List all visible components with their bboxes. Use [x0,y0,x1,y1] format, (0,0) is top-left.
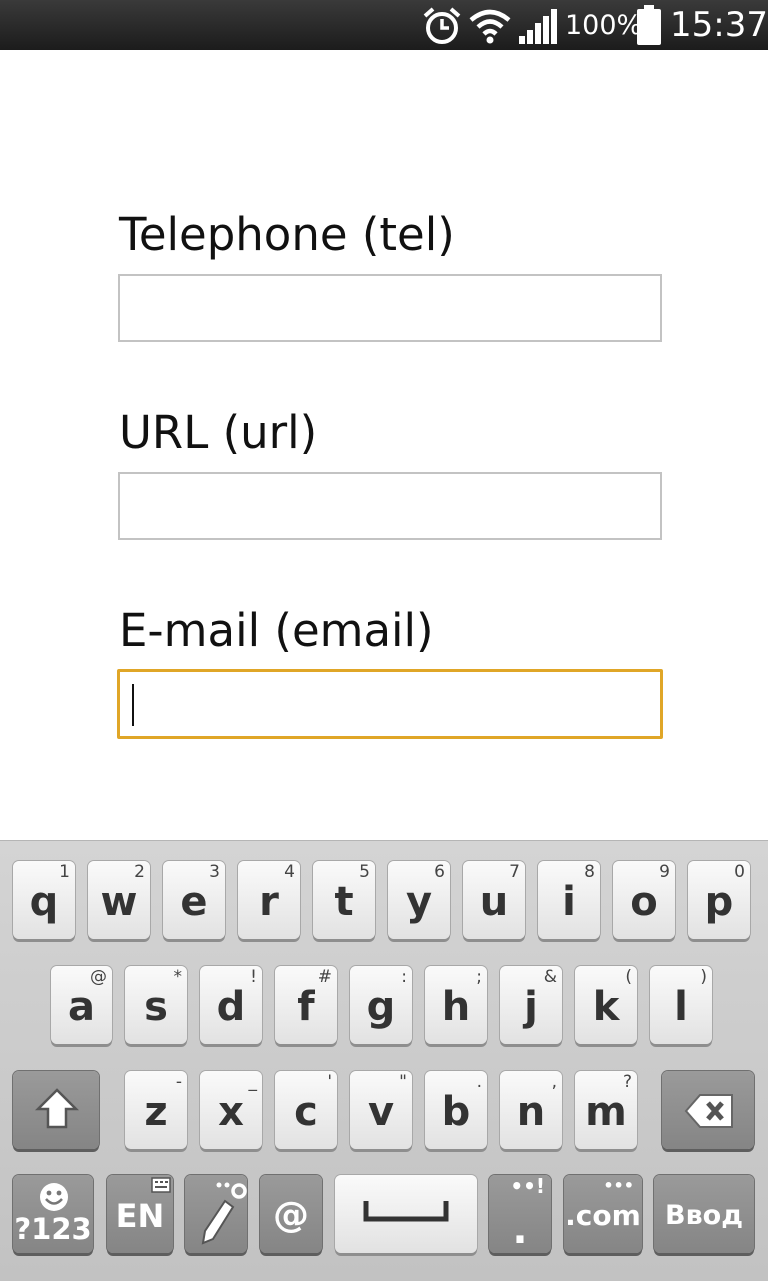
email-input[interactable] [117,669,663,739]
key-b[interactable]: b. [425,1071,487,1149]
battery-icon [637,5,661,45]
space-key[interactable] [335,1175,477,1253]
signal-icon [519,9,557,44]
dotcom-key[interactable]: .com ••• [564,1175,642,1253]
soft-keyboard: q1 w2 e3 r4 t5 y6 u7 i8 o9 p0 a @ s * d! f… [0,840,768,1281]
key-a[interactable]: a @ [51,966,112,1044]
key-m[interactable]: m? [575,1071,637,1149]
key-c[interactable]: c ' [275,1071,337,1149]
key-f[interactable]: f # [275,966,337,1044]
period-key[interactable]: . ••! [489,1174,551,1253]
key-h[interactable]: h; [425,966,487,1044]
at-key[interactable]: @ [260,1175,322,1253]
text-caret [132,684,134,726]
key-e[interactable]: e3 [163,861,225,939]
shift-arrow-icon [35,1088,79,1129]
period-key-extras: ••! [510,1174,545,1198]
backspace-icon [684,1094,733,1128]
email-label: E-mail (email) [119,604,434,657]
key-q[interactable]: q1 [13,861,75,939]
smiley-icon [40,1183,68,1211]
alarm-icon [423,7,461,44]
key-r[interactable]: r4 [238,861,300,939]
key-y[interactable]: y6 [388,861,450,939]
handwriting-key[interactable] [185,1175,247,1253]
key-s[interactable]: s * [125,966,187,1044]
key-v[interactable]: v " [350,1071,412,1149]
keyboard-settings-icon [151,1177,171,1193]
key-g[interactable]: g: [350,966,412,1044]
key-d[interactable]: d! [200,966,262,1044]
key-z[interactable]: z- [125,1071,187,1149]
status-bar: 100% 15:37 [0,0,768,50]
backspace-key[interactable] [662,1071,754,1149]
key-j[interactable]: j & [500,966,562,1044]
space-bar-icon [363,1201,449,1222]
telephone-input[interactable] [118,274,662,342]
key-n[interactable]: n, [500,1071,562,1149]
shift-key[interactable] [13,1071,99,1149]
url-input[interactable] [118,472,662,540]
telephone-label: Telephone (tel) [119,208,455,261]
battery-percent: 100% [565,9,643,41]
key-i[interactable]: i8 [538,861,600,939]
key-o[interactable]: o9 [613,861,675,939]
key-p[interactable]: p0 [688,861,750,939]
key-l[interactable]: l) [650,966,712,1044]
symbols-key[interactable]: ?123 [13,1175,93,1253]
key-t[interactable]: t5 [313,861,375,939]
key-u[interactable]: u7 [463,861,525,939]
enter-key[interactable]: Ввод [654,1175,754,1253]
url-label: URL (url) [119,406,318,459]
key-w[interactable]: w2 [88,861,150,939]
pencil-icon [201,1182,247,1245]
key-x[interactable]: x _ [200,1071,262,1149]
key-k[interactable]: k( [575,966,637,1044]
dotcom-key-extras: ••• [603,1176,634,1195]
wifi-icon [469,9,511,44]
language-key[interactable]: EN [107,1175,173,1253]
clock: 15:37 [670,5,768,45]
